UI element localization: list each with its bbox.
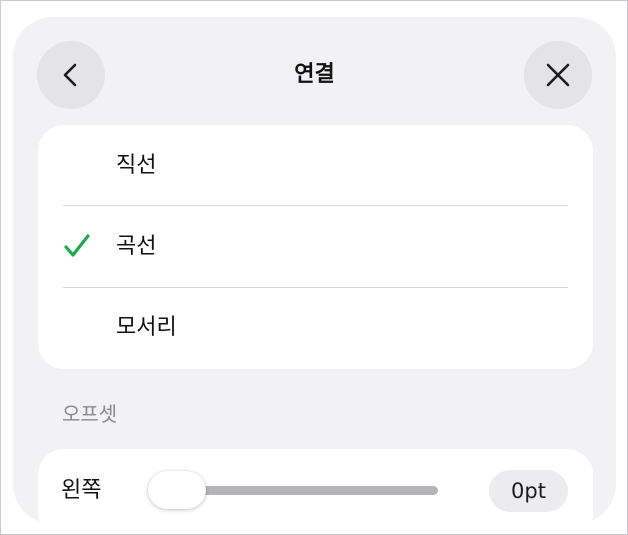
connection-popover: 연결 직선 곡선 모서리 오프셋 왼쪽 0pt	[13, 17, 616, 524]
popover-title: 연결	[294, 62, 335, 87]
close-icon	[546, 63, 570, 87]
back-button[interactable]	[37, 41, 105, 109]
option-straight[interactable]: 직선	[38, 125, 593, 206]
option-curved[interactable]: 곡선	[38, 206, 593, 287]
close-button[interactable]	[524, 41, 592, 109]
option-corner-label: 모서리	[116, 315, 177, 340]
option-straight-label: 직선	[116, 153, 157, 178]
screen-frame: 연결 직선 곡선 모서리 오프셋 왼쪽 0pt	[0, 0, 628, 535]
slider-track	[180, 486, 438, 495]
offset-value-field[interactable]: 0pt	[489, 470, 568, 512]
slider-thumb[interactable]	[148, 471, 206, 509]
offset-left-row: 왼쪽 0pt	[38, 449, 593, 524]
option-corner[interactable]: 모서리	[38, 287, 593, 368]
checkmark-icon	[64, 234, 90, 257]
connection-type-list: 직선 곡선 모서리	[38, 125, 593, 369]
chevron-left-icon	[63, 63, 77, 87]
offset-left-label: 왼쪽	[61, 478, 102, 503]
offset-section-title: 오프셋	[62, 402, 118, 426]
offset-slider[interactable]	[148, 471, 440, 511]
option-curved-label: 곡선	[116, 234, 157, 259]
